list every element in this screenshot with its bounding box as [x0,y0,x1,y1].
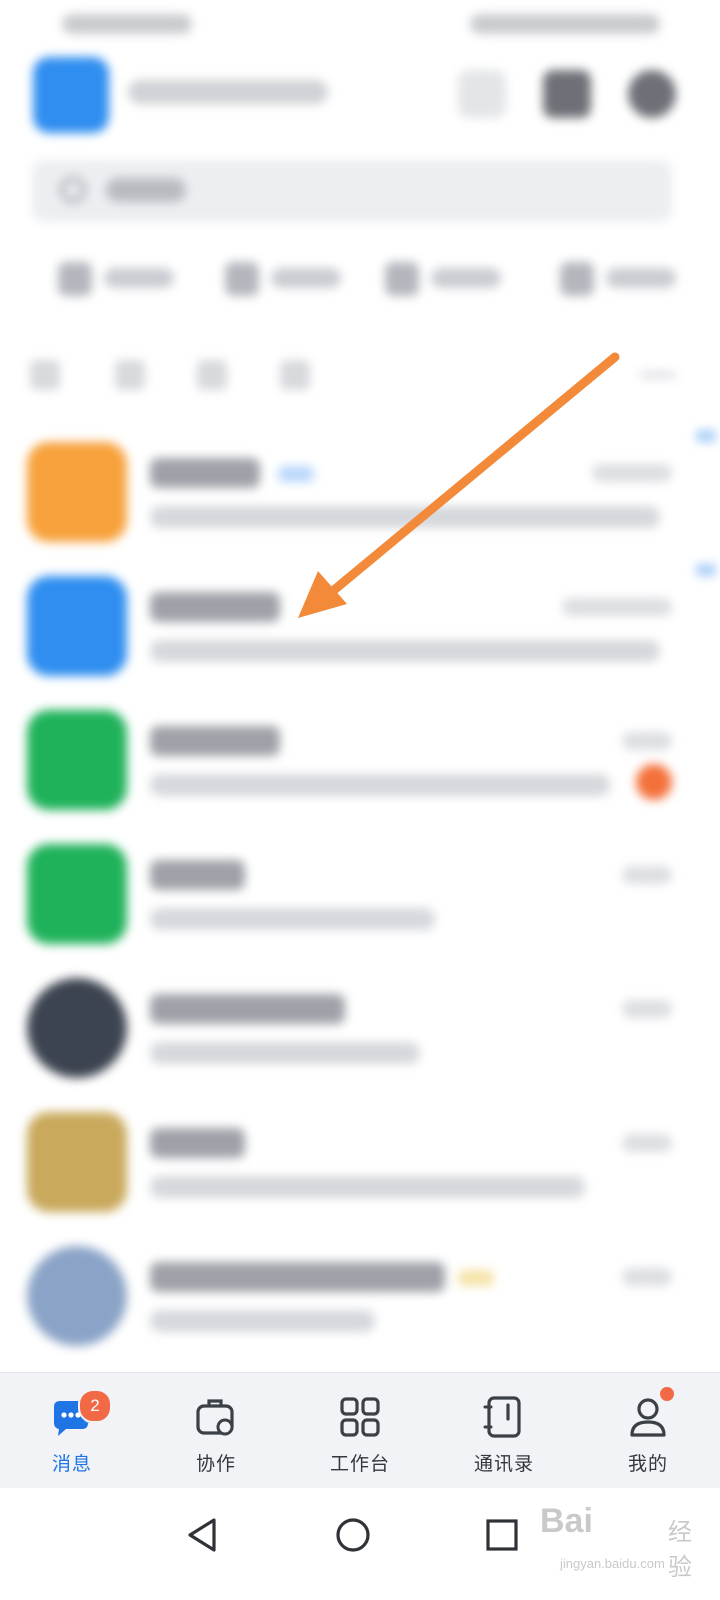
tab-label: 协作 [195,1454,236,1475]
conversation-time [562,598,672,616]
organization-avatar[interactable] [33,57,109,133]
conversation-time [622,1134,672,1152]
message-filters [0,350,720,400]
watermark-brand-suffix: 经验 [668,1519,692,1581]
quick-actions [0,248,720,308]
conversation-title [150,1262,445,1292]
conversation-avatar [27,1246,127,1346]
conversation-time [622,732,672,750]
conversation-preview [150,640,660,662]
conversation-item[interactable] [0,832,720,966]
tab-messages[interactable]: 2 消息 [0,1373,144,1489]
search-icon [60,177,86,203]
quick-action[interactable] [225,258,355,298]
apps-grid-icon [340,1397,380,1437]
bottom-tab-bar: 2 消息 协作 工作台 通讯录 我的 [0,1372,720,1489]
tab-label: 我的 [627,1454,668,1475]
notification-dot [660,1387,674,1401]
quick-action[interactable] [560,258,690,298]
conversation-title [150,726,280,756]
recents-icon[interactable] [477,1510,527,1560]
unread-badge [636,764,672,800]
conversation-item[interactable] [0,1234,720,1368]
conversation-avatar [27,576,127,676]
pinned-marker [696,564,716,576]
conversation-title [150,458,260,488]
conversation-preview [150,774,610,796]
tab-label: 工作台 [329,1454,390,1475]
app-header [0,50,720,145]
quick-action[interactable] [58,258,188,298]
status-bar-left [62,14,192,34]
quick-action[interactable] [385,258,515,298]
tab-label: 通讯录 [473,1454,534,1475]
tab-me[interactable]: 我的 [576,1373,720,1489]
add-icon[interactable] [628,70,676,118]
tab-label: 消息 [51,1454,92,1475]
conversation-time [622,1000,672,1018]
inbox-icon[interactable] [543,70,591,118]
conversation-tag [278,466,314,482]
conversation-item[interactable] [0,698,720,832]
back-icon[interactable] [178,1510,228,1560]
tab-contacts[interactable]: 通讯录 [432,1373,576,1489]
conversation-time [622,866,672,884]
conversation-title [150,994,345,1024]
watermark: Bai 经验 jingyan.baidu.com [540,1498,715,1588]
tab-workbench[interactable]: 工作台 [288,1373,432,1489]
quick-action-label [606,268,676,288]
conversation-time [622,1268,672,1286]
contacts-book-icon [483,1396,521,1438]
quick-action-label [431,268,501,288]
conversation-title [150,592,280,622]
conversation-avatar [27,710,127,810]
conversation-time [592,464,672,482]
conversation-preview [150,908,435,930]
conversation-avatar [27,442,127,542]
filter-icon[interactable] [280,360,310,390]
conversation-preview [150,506,660,528]
conversation-preview [150,1042,420,1064]
tab-collaboration[interactable]: 协作 [144,1373,288,1489]
filter-icon[interactable] [197,360,227,390]
quick-action-icon [560,262,594,296]
conversation-title [150,1128,245,1158]
conversation-title [150,860,245,890]
search-placeholder [106,178,186,202]
conversation-avatar [27,1112,127,1212]
briefcase-icon [196,1399,234,1436]
conversation-avatar [27,978,127,1078]
more-icon[interactable] [640,372,676,378]
organization-name[interactable] [128,80,328,104]
home-icon[interactable] [328,1510,378,1560]
conversation-avatar [27,844,127,944]
pinned-marker [696,430,716,442]
calendar-icon[interactable] [458,70,506,118]
quick-action-label [271,268,341,288]
conversation-item[interactable] [0,564,720,698]
watermark-brand: Bai [540,1502,593,1540]
filter-icon[interactable] [115,360,145,390]
search-bar[interactable] [32,160,672,222]
conversation-tag [458,1270,494,1286]
conversation-item[interactable] [0,966,720,1100]
quick-action-icon [58,262,92,296]
conversation-preview [150,1176,585,1198]
watermark-url: jingyan.baidu.com [560,1556,665,1571]
quick-action-icon [385,262,419,296]
conversation-item[interactable] [0,1100,720,1234]
quick-action-label [104,268,174,288]
conversation-preview [150,1310,375,1332]
status-bar-right [470,14,660,34]
status-bar [0,0,720,50]
quick-action-icon [225,262,259,296]
unread-count-badge: 2 [78,1389,112,1423]
conversation-item[interactable] [0,430,720,564]
filter-icon[interactable] [30,360,60,390]
